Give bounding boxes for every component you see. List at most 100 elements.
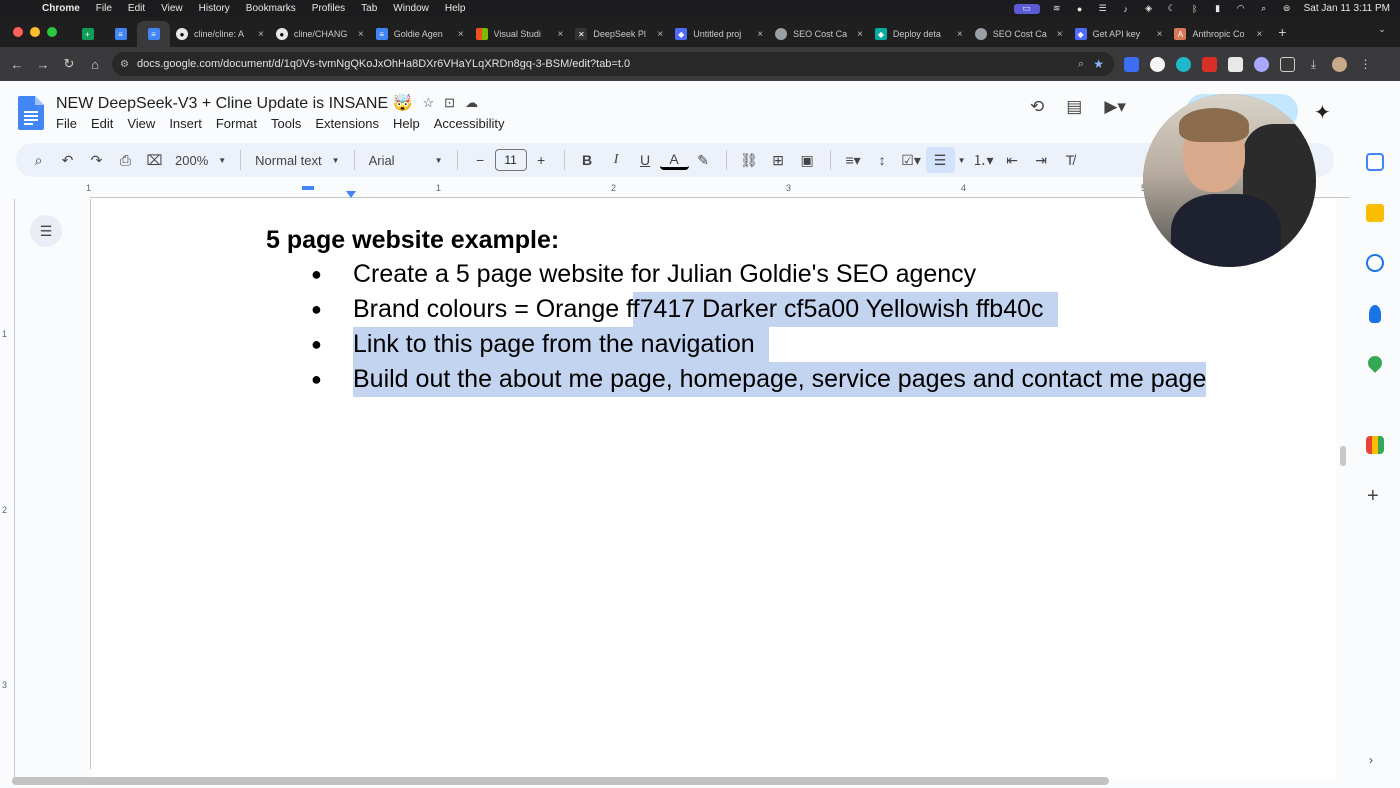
decrease-indent-icon[interactable]: ⇤	[998, 147, 1027, 173]
screen-mirroring-icon[interactable]: ▭	[1013, 3, 1040, 14]
site-info-icon[interactable]: ⚙	[120, 59, 129, 70]
increase-indent-icon[interactable]: ⇥	[1027, 147, 1056, 173]
menu-file[interactable]: File	[56, 116, 77, 131]
close-tab-icon[interactable]: ×	[458, 29, 464, 40]
control-center-icon[interactable]: ⊜	[1281, 3, 1293, 14]
insert-link-icon[interactable]: ⛓	[735, 147, 764, 173]
tab-cline[interactable]: ● cline/cline: A ×	[170, 21, 270, 47]
star-icon[interactable]: ☆	[423, 95, 435, 111]
close-tab-icon[interactable]: ×	[1057, 29, 1063, 40]
left-indent-marker[interactable]	[346, 191, 356, 198]
profile-avatar-icon[interactable]	[1332, 56, 1347, 72]
zoom-icon[interactable]: ⌕	[1078, 58, 1084, 71]
contacts-icon[interactable]	[1369, 305, 1381, 323]
tab-deploy-details[interactable]: ◆ Deploy deta ×	[869, 21, 969, 47]
tab-goldie-agency[interactable]: ≡ Goldie Agen ×	[370, 21, 470, 47]
list-item-text[interactable]: Brand colours = Orange ff7417 Darker cf5…	[353, 292, 1058, 327]
address-url[interactable]: docs.google.com/document/d/1q0Vs-tvmNgQK…	[137, 58, 630, 70]
increase-font-size-icon[interactable]: +	[527, 147, 556, 173]
collapse-panel-icon[interactable]: ›	[1369, 753, 1373, 767]
extension-4-icon[interactable]	[1202, 56, 1217, 72]
keep-icon[interactable]	[1366, 204, 1384, 222]
close-window-icon[interactable]	[13, 27, 23, 37]
list-item[interactable]: ● Link to this page from the navigation	[306, 327, 1206, 362]
close-tab-icon[interactable]: ×	[857, 29, 863, 40]
extension-5-icon[interactable]	[1228, 56, 1243, 72]
mic-icon[interactable]: ♪	[1120, 4, 1132, 14]
docs-logo-icon[interactable]	[18, 96, 44, 130]
numbered-list-icon[interactable]: ⒈▾	[969, 147, 998, 173]
list-item[interactable]: ● Create a 5 page website for Julian Gol…	[306, 257, 1206, 292]
menu-bar-clock[interactable]: Sat Jan 11 3:11 PM	[1304, 3, 1390, 14]
zoom-window-icon[interactable]	[47, 27, 57, 37]
document-outline-icon[interactable]: ☰	[30, 215, 62, 247]
mac-menu-profiles[interactable]: Profiles	[312, 3, 345, 14]
tab-deepseek-platform[interactable]: ✕ DeepSeek Pl ×	[569, 21, 669, 47]
tab-pinned-sheets[interactable]: +	[71, 21, 104, 47]
extension-6-icon[interactable]	[1254, 56, 1269, 72]
tab-anthropic[interactable]: A Anthropic Co ×	[1168, 21, 1268, 47]
tab-untitled-project[interactable]: ◆ Untitled proj ×	[669, 21, 769, 47]
mac-menu-bookmarks[interactable]: Bookmarks	[246, 3, 296, 14]
mac-menu-tab[interactable]: Tab	[361, 3, 377, 14]
bluetooth-icon[interactable]: ᛒ	[1189, 4, 1201, 14]
back-icon[interactable]: ←	[4, 57, 30, 72]
search-icon[interactable]: ⌕	[1258, 3, 1270, 14]
add-addon-icon[interactable]: +	[1367, 485, 1379, 508]
tab-cline-changelog[interactable]: ● cline/CHANG ×	[270, 21, 370, 47]
italic-icon[interactable]: I	[602, 147, 631, 173]
zoom-select[interactable]: 200% ▼	[169, 147, 232, 173]
extensions-puzzle-icon[interactable]	[1280, 56, 1295, 72]
tab-search-icon[interactable]: ⌄	[1374, 24, 1390, 40]
comments-icon[interactable]: ▤	[1066, 97, 1082, 117]
mac-menu-edit[interactable]: Edit	[128, 3, 145, 14]
close-tab-icon[interactable]: ×	[1157, 29, 1163, 40]
extension-3-icon[interactable]	[1176, 56, 1191, 72]
paint-format-icon[interactable]: ⌧	[140, 147, 169, 173]
menu-help[interactable]: Help	[393, 116, 420, 131]
chrome-menu-icon[interactable]: ⋮	[1358, 57, 1373, 72]
new-tab-button[interactable]: +	[1278, 24, 1286, 40]
decrease-font-size-icon[interactable]: −	[466, 147, 495, 173]
align-icon[interactable]: ≡▾	[839, 147, 868, 173]
menu-edit[interactable]: Edit	[91, 116, 113, 131]
bullet-options-caret-icon[interactable]: ▼	[955, 147, 969, 173]
undo-icon[interactable]: ↶	[53, 147, 82, 173]
list-item-text[interactable]: Create a 5 page website for Julian Goldi…	[353, 260, 976, 289]
list-item-text[interactable]: Build out the about me page, homepage, s…	[353, 362, 1207, 397]
add-comment-icon[interactable]: ⊞	[764, 147, 793, 173]
battery-icon[interactable]: ▮	[1212, 3, 1224, 14]
forward-icon[interactable]: →	[30, 57, 56, 72]
doc-heading[interactable]: 5 page website example:	[266, 226, 559, 255]
bookmark-star-icon[interactable]: ★	[1093, 57, 1104, 71]
meet-icon[interactable]: ▶▾	[1104, 97, 1126, 117]
mac-menu-window[interactable]: Window	[393, 3, 429, 14]
list-item-text[interactable]: Link to this page from the navigation	[353, 327, 769, 362]
redo-icon[interactable]: ↷	[82, 147, 111, 173]
style-select[interactable]: Normal text ▼	[249, 147, 345, 173]
underline-icon[interactable]: U	[631, 147, 660, 173]
move-folder-icon[interactable]: ⊡	[444, 95, 455, 111]
highlight-color-icon[interactable]: ✎	[689, 147, 718, 173]
font-select[interactable]: Arial ▼	[363, 147, 449, 173]
bulleted-list-icon[interactable]: ☰	[925, 147, 955, 173]
wifi-extra-icon[interactable]: ≋	[1051, 3, 1063, 14]
first-line-indent-marker[interactable]	[302, 186, 314, 190]
list-item[interactable]: ● Brand colours = Orange ff7417 Darker c…	[306, 292, 1206, 327]
menu-extensions[interactable]: Extensions	[315, 116, 379, 131]
close-tab-icon[interactable]: ×	[657, 29, 663, 40]
text-color-icon[interactable]: A	[659, 150, 689, 170]
menu-insert[interactable]: Insert	[169, 116, 202, 131]
maps-icon[interactable]	[1365, 353, 1385, 373]
close-tab-icon[interactable]: ×	[1256, 29, 1262, 40]
addons-icon[interactable]	[1366, 436, 1384, 454]
vertical-scrollbar[interactable]	[1340, 446, 1346, 466]
minimize-window-icon[interactable]	[30, 27, 40, 37]
cloud-saved-icon[interactable]: ☁	[465, 95, 478, 111]
moon-icon[interactable]: ☾	[1166, 3, 1178, 14]
close-tab-icon[interactable]: ×	[358, 29, 364, 40]
calendar-icon[interactable]	[1366, 153, 1384, 171]
notes-icon[interactable]: ☰	[1097, 3, 1109, 14]
mac-menu-history[interactable]: History	[199, 3, 230, 14]
list-item[interactable]: ● Build out the about me page, homepage,…	[306, 362, 1207, 397]
